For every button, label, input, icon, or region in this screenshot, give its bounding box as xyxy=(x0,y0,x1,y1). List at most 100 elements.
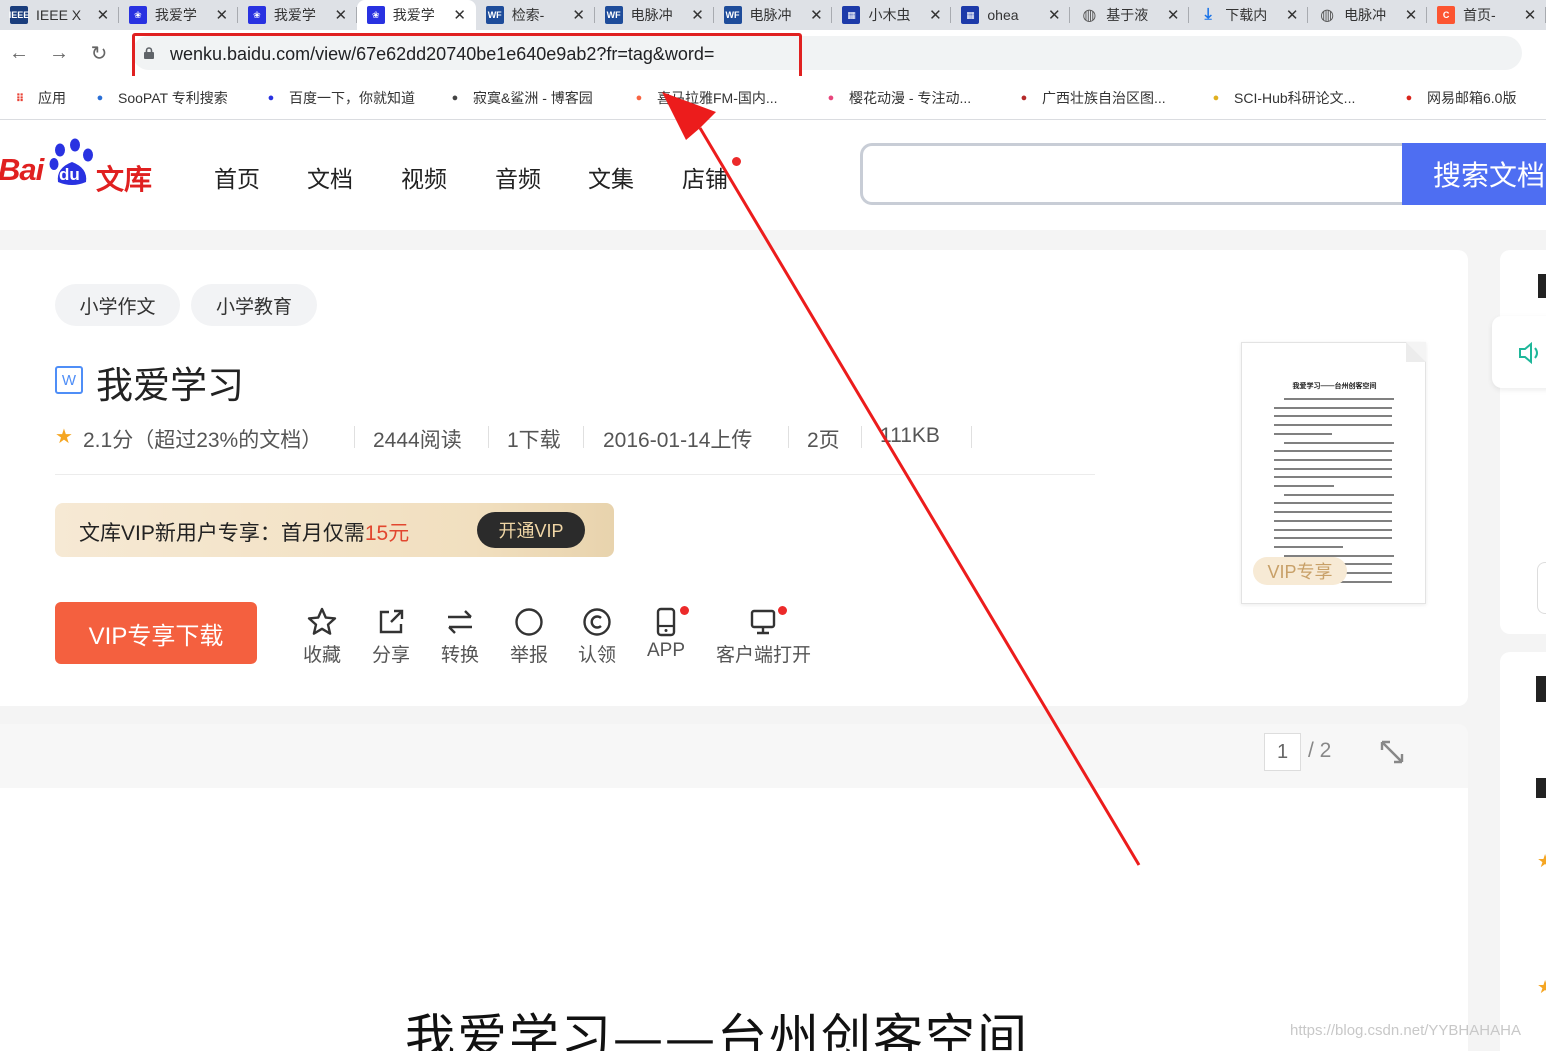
divider xyxy=(971,426,972,448)
app-action[interactable]: APP xyxy=(647,606,685,662)
new-badge-dot xyxy=(680,606,689,615)
close-icon[interactable]: ✕ xyxy=(927,6,943,24)
sidebar-star-icon: ★ xyxy=(1537,977,1546,997)
nav-home[interactable]: 首页 xyxy=(214,160,260,194)
browser-tab[interactable]: WF 电脉冲 ✕ xyxy=(595,0,714,30)
search-button[interactable]: 搜索文档 xyxy=(1402,143,1546,205)
sakura-icon: ● xyxy=(827,92,835,104)
close-icon[interactable]: ✕ xyxy=(571,6,587,24)
thumbnail-text-line xyxy=(1274,537,1392,540)
close-icon[interactable]: ✕ xyxy=(1522,6,1538,24)
thumbnail-text-line xyxy=(1274,450,1392,453)
share-action[interactable]: 分享 xyxy=(372,606,410,667)
wanfang-icon: WF xyxy=(485,6,504,24)
upload-date: 2016-01-14上传 xyxy=(603,429,753,452)
sidebar-heading-fragment xyxy=(1538,274,1546,298)
browser-tab[interactable]: ❀ 我爱学 ✕ xyxy=(119,0,238,30)
baidu-wenku-logo[interactable]: Bai du 文库 xyxy=(0,138,160,195)
close-icon[interactable]: ✕ xyxy=(95,6,111,24)
close-icon[interactable]: ✕ xyxy=(1165,6,1181,24)
sidebar-button-fragment[interactable] xyxy=(1537,562,1546,614)
browser-tab[interactable]: C 首页- ✕ xyxy=(1427,0,1546,30)
bookmark-item[interactable]: ● 喜马拉雅FM-国内... xyxy=(630,87,778,109)
soopat-icon: ● xyxy=(96,92,104,104)
close-icon[interactable]: ✕ xyxy=(452,6,468,24)
bookmark-label: 应用 xyxy=(38,90,66,106)
bookmark-item[interactable]: ● SCI-Hub科研论文... xyxy=(1207,87,1356,109)
baidu-paw-icon: ❀ xyxy=(247,6,266,24)
bookmark-item[interactable]: ● SooPAT 专利搜索 xyxy=(91,87,228,109)
thumbnail-text-line xyxy=(1274,432,1332,435)
browser-tab[interactable]: ❀ 我爱学 ✕ xyxy=(356,0,476,30)
close-icon[interactable]: ✕ xyxy=(1046,6,1062,24)
rating-text: 2.1分（超过23%的文档） xyxy=(83,429,323,452)
fullscreen-icon[interactable] xyxy=(1378,738,1406,766)
claim-action[interactable]: 认领 xyxy=(578,606,616,667)
thumbnail-text-line xyxy=(1274,415,1392,418)
tab-label: 检索- xyxy=(511,7,545,23)
browser-tab[interactable]: ◍ 基于液 ✕ xyxy=(1070,0,1190,30)
page-number-input[interactable]: 1 xyxy=(1264,733,1301,771)
nav-videos[interactable]: 视频 xyxy=(401,160,447,194)
word-doc-icon: W xyxy=(55,366,83,394)
close-icon[interactable]: ✕ xyxy=(1403,6,1419,24)
close-icon[interactable]: ✕ xyxy=(1284,6,1300,24)
wanfang-icon: WF xyxy=(723,6,742,24)
bookmark-item[interactable]: ● 寂寞&鲨洲 - 博客园 xyxy=(446,87,593,109)
browser-tab[interactable]: WF 检索- ✕ xyxy=(476,0,595,30)
tab-label: 电脉冲 xyxy=(630,7,673,23)
nav-shops[interactable]: 店铺 xyxy=(682,160,728,194)
page-fold-icon xyxy=(1406,342,1426,362)
nav-audio[interactable]: 音频 xyxy=(495,160,541,194)
document-page-heading: 我爱学习——台州创客空间 xyxy=(405,1009,1029,1051)
vip-promo-banner[interactable]: 文库VIP新用户专享：首月仅需15元 开通VIP xyxy=(55,503,614,557)
divider xyxy=(488,426,489,448)
reload-icon[interactable]: ↻ xyxy=(86,40,112,66)
speaker-icon xyxy=(1519,342,1538,364)
close-icon[interactable]: ✕ xyxy=(690,6,706,24)
bookmark-label: 樱花动漫 - 专注动... xyxy=(849,90,972,106)
thumbnail-text-line xyxy=(1274,545,1343,548)
bookmark-item[interactable]: ⠿ 应用 xyxy=(11,87,66,109)
thumbnail-text-line xyxy=(1274,528,1392,531)
apps-grid-icon: ⠿ xyxy=(15,92,25,105)
favorite-action[interactable]: 收藏 xyxy=(303,606,341,667)
bookmark-item[interactable]: ● 网易邮箱6.0版 xyxy=(1400,87,1517,109)
csdn-icon: C xyxy=(1437,6,1456,24)
browser-tab[interactable]: ▦ ohea ✕ xyxy=(951,0,1071,30)
library-icon: ● xyxy=(1020,92,1028,104)
close-icon[interactable]: ✕ xyxy=(808,6,824,24)
back-arrow-icon[interactable]: ← xyxy=(6,40,32,66)
action-label: 客户端打开 xyxy=(716,645,812,666)
browser-tab[interactable]: ⤓ 下载内 ✕ xyxy=(1189,0,1309,30)
bookmark-label: 百度一下，你就知道 xyxy=(289,90,415,106)
bookmark-item[interactable]: ● 百度一下，你就知道 xyxy=(262,87,415,109)
forward-arrow-icon[interactable]: → xyxy=(46,40,72,66)
nav-documents[interactable]: 文档 xyxy=(307,160,353,194)
browser-tab[interactable]: ◍ 电脉冲 ✕ xyxy=(1308,0,1427,30)
open-vip-button[interactable]: 开通VIP xyxy=(477,512,585,548)
tab-label: 基于液 xyxy=(1106,7,1149,23)
tab-label: 小木虫 xyxy=(868,7,911,23)
thumbnail-text-line xyxy=(1274,511,1392,514)
convert-action[interactable]: 转换 xyxy=(441,606,479,667)
browser-tab[interactable]: ❀ 我爱学 ✕ xyxy=(238,0,357,30)
report-action[interactable]: 举报 xyxy=(510,606,548,667)
close-icon[interactable]: ✕ xyxy=(214,6,230,24)
browser-tab[interactable]: ▦ 小木虫 ✕ xyxy=(832,0,952,30)
bookmark-item[interactable]: ● 广西壮族自治区图... xyxy=(1015,87,1166,109)
close-icon[interactable]: ✕ xyxy=(333,6,349,24)
bookmark-item[interactable]: ● 樱花动漫 - 专注动... xyxy=(822,87,971,109)
browser-tab[interactable]: WF 电脉冲 ✕ xyxy=(714,0,833,30)
nav-collections[interactable]: 文集 xyxy=(588,160,634,194)
tag-chip[interactable]: 小学作文 xyxy=(55,284,180,326)
search-input[interactable] xyxy=(860,143,1405,205)
client-open-action[interactable]: 客户端打开 xyxy=(716,606,811,667)
tag-chip[interactable]: 小学教育 xyxy=(191,284,317,326)
vip-download-button[interactable]: VIP专享下载 xyxy=(55,602,257,664)
tab-label: 我爱学 xyxy=(273,7,316,23)
nav-notification-dot xyxy=(732,157,741,166)
audio-read-button[interactable] xyxy=(1492,316,1546,388)
browser-tab[interactable]: IEEE IEEE X ✕ xyxy=(0,0,119,30)
scihub-icon: ● xyxy=(1212,92,1220,104)
